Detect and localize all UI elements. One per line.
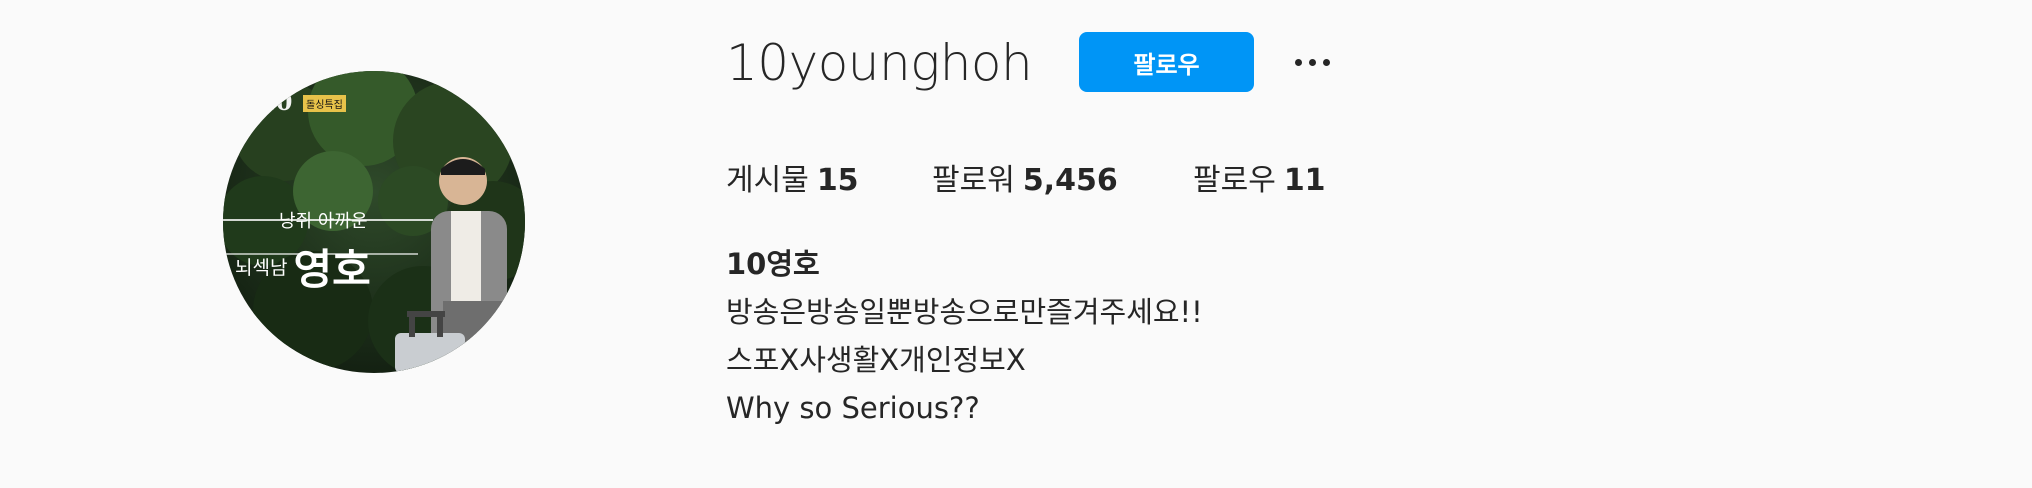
profile-header: 10 돌싱특집 낭쥐 아까운 뇌섹남 영호 10younghoh 팔로우 게시물 1… bbox=[0, 0, 2032, 488]
profile-avatar[interactable]: 10 돌싱특집 낭쥐 아까운 뇌섹남 영호 bbox=[223, 71, 525, 373]
more-dot-icon bbox=[1322, 58, 1330, 66]
followers-stat[interactable]: 팔로워 5,456 bbox=[932, 155, 1118, 199]
bio-line: 스포X사생활X개인정보X bbox=[726, 343, 1026, 377]
username-row: 10younghoh bbox=[726, 30, 1033, 96]
full-name: 10영호 bbox=[726, 247, 820, 281]
avatar-photo bbox=[223, 71, 525, 373]
posts-stat: 게시물 15 bbox=[726, 155, 859, 199]
follow-button[interactable]: 팔로우 bbox=[1079, 32, 1254, 92]
followers-label: 팔로워 bbox=[932, 163, 1015, 198]
more-dot-icon bbox=[1294, 58, 1302, 66]
bio-line: 방송은방송일뿐방송으로만즐겨주세요!! bbox=[726, 295, 1203, 329]
posts-label: 게시물 bbox=[726, 163, 809, 198]
followers-count: 5,456 bbox=[1022, 163, 1118, 198]
posts-count: 15 bbox=[816, 163, 859, 198]
following-stat[interactable]: 팔로우 11 bbox=[1193, 155, 1326, 199]
profile-bio: 10영호 방송은방송일뿐방송으로만즐겨주세요!! 스포X사생활X개인정보X Wh… bbox=[726, 240, 1203, 432]
following-label: 팔로우 bbox=[1193, 163, 1276, 198]
username: 10younghoh bbox=[726, 34, 1033, 92]
more-options-button[interactable] bbox=[1288, 44, 1336, 80]
bio-line: Why so Serious?? bbox=[726, 391, 980, 425]
following-count: 11 bbox=[1283, 163, 1326, 198]
more-dot-icon bbox=[1308, 58, 1316, 66]
